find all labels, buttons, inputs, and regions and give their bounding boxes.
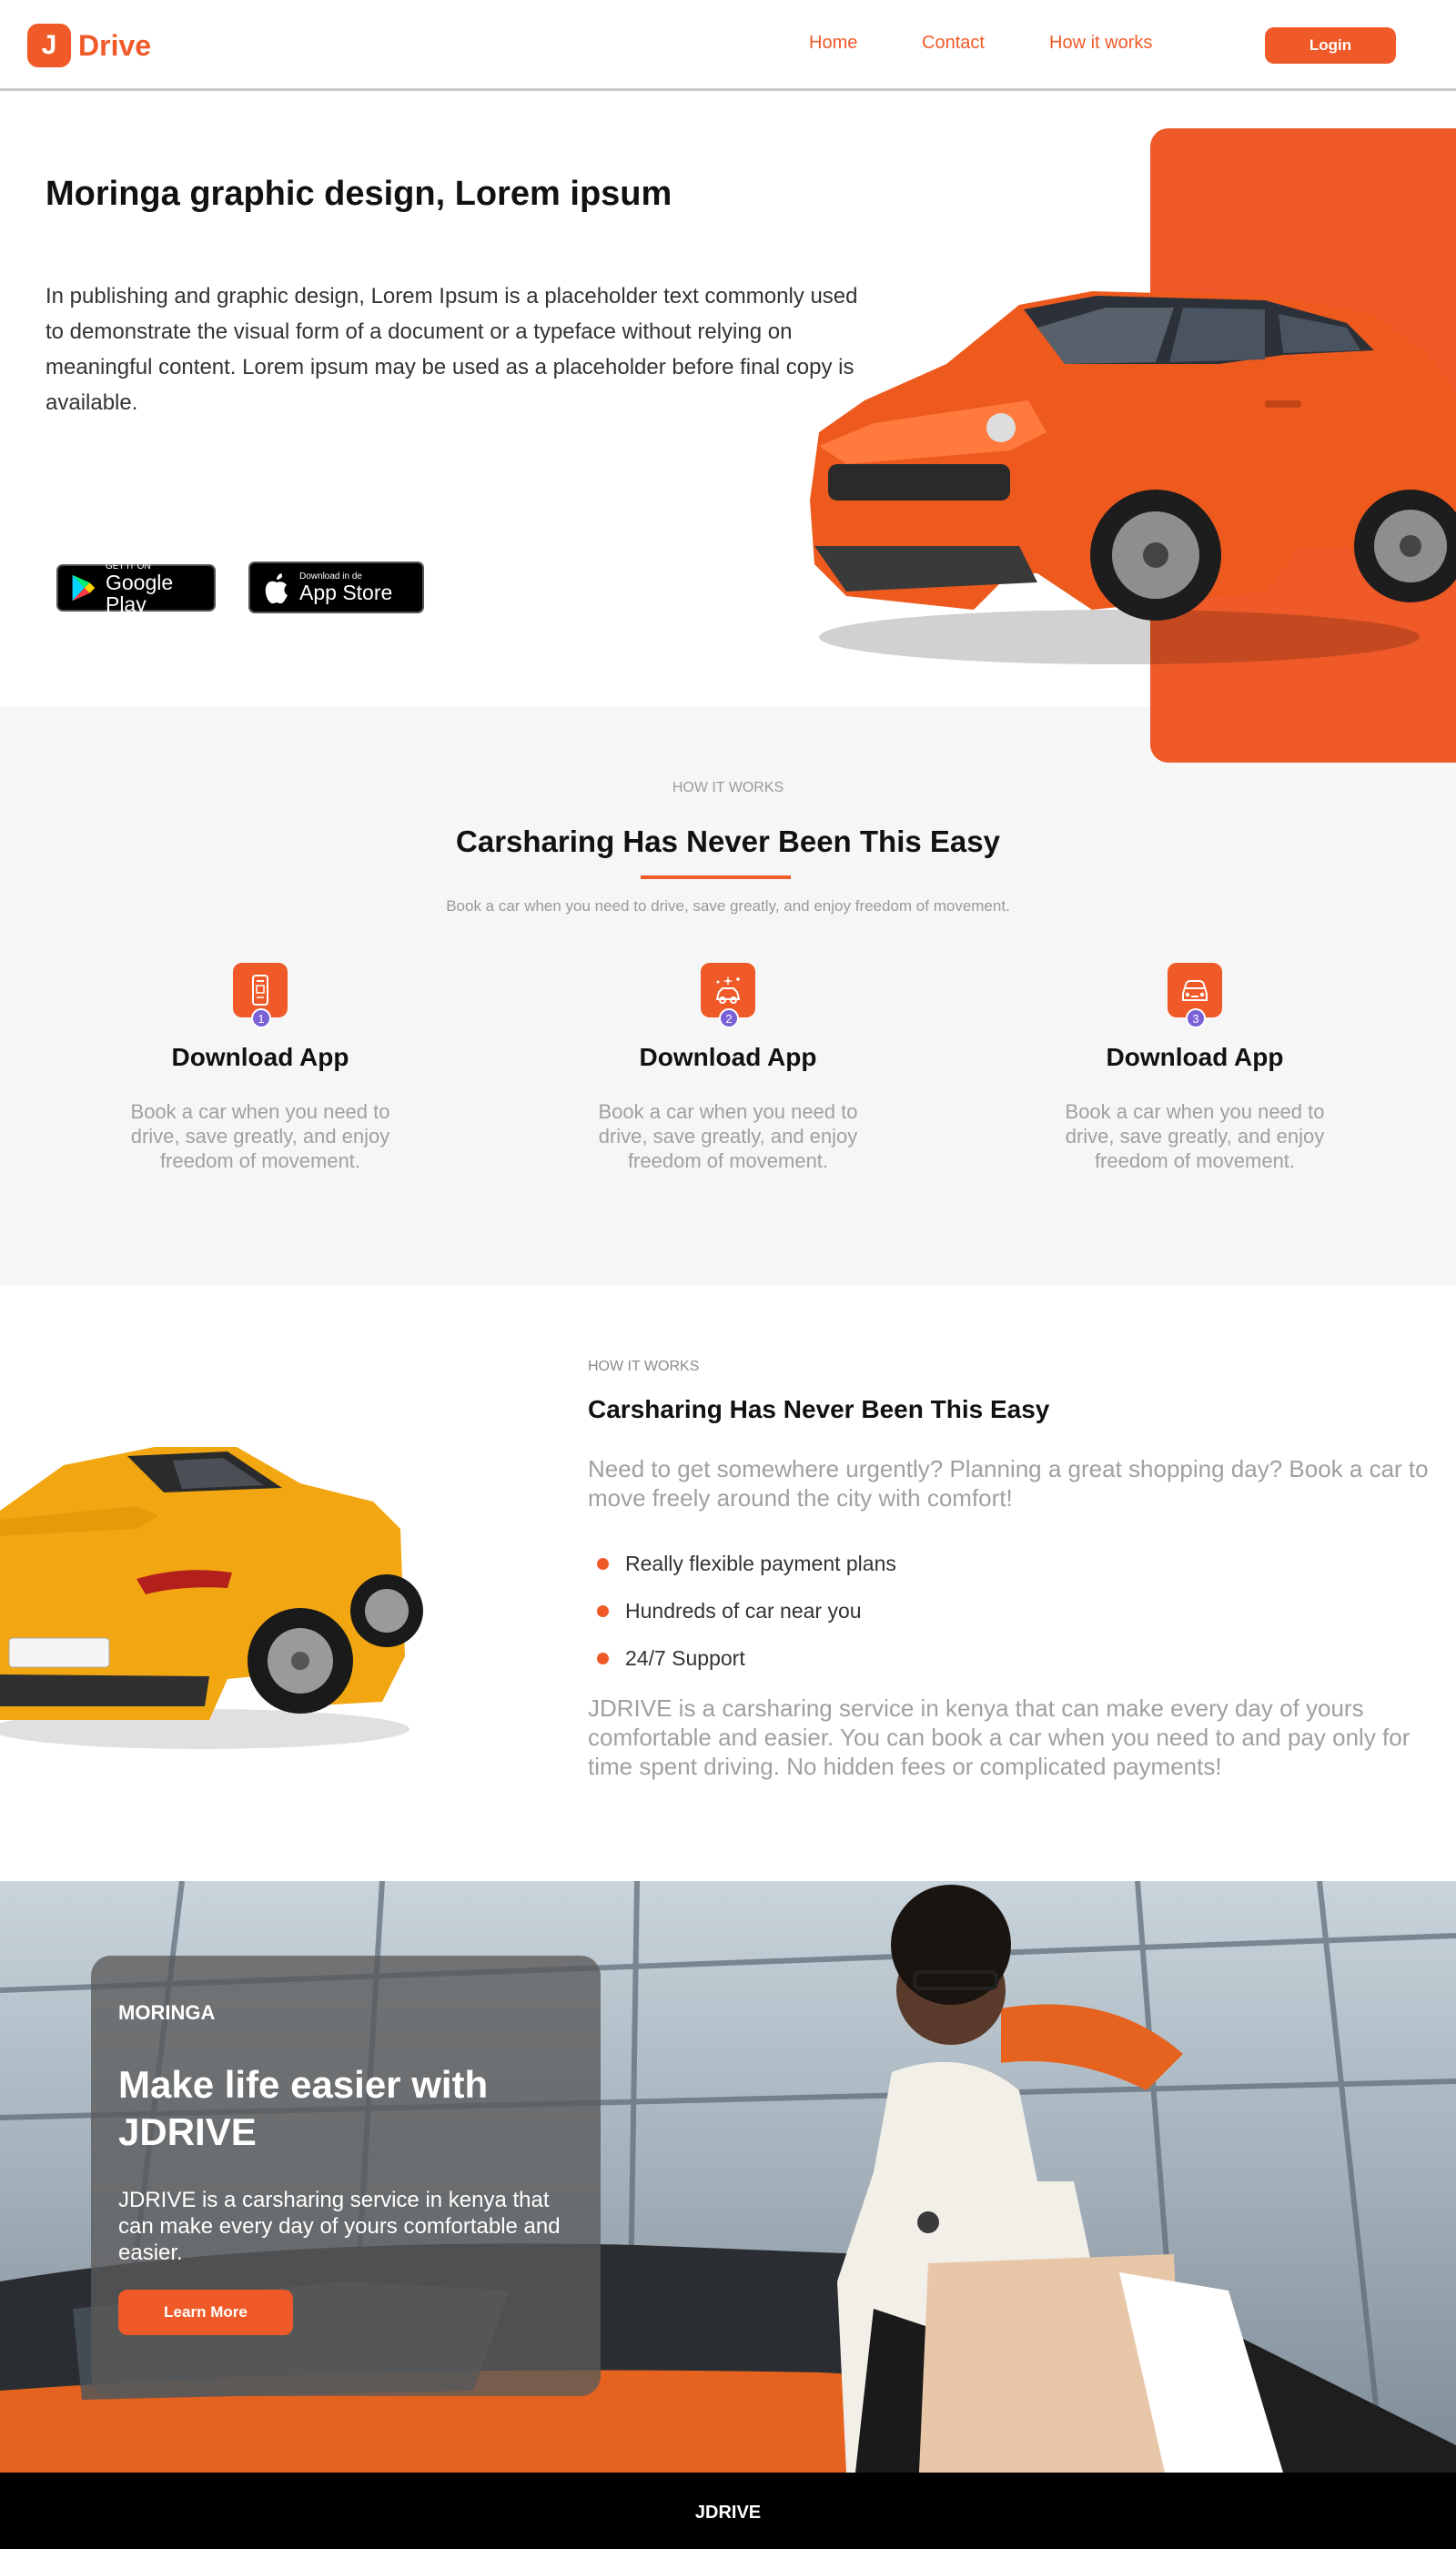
- feature-title: Carsharing Has Never Been This Easy: [588, 1395, 1050, 1423]
- step-title: Download App: [171, 1043, 349, 1071]
- sparkle-car-icon: 2: [701, 963, 755, 1028]
- google-play-small-text: GET IT ON: [105, 561, 151, 572]
- step-title: Download App: [639, 1043, 817, 1071]
- step-text: Book a car when you need to drive, save …: [130, 1100, 390, 1172]
- step-card-3: 3 Download App Book a car when you need …: [986, 963, 1404, 1173]
- app-store-big-text: App Store: [299, 581, 393, 604]
- phone-app-icon: 1: [233, 963, 288, 1028]
- nav-link-how-it-works[interactable]: How it works: [1049, 33, 1152, 54]
- feature-bullet-label: Really flexible payment plans: [625, 1551, 896, 1575]
- step-card-2: 2 Download App Book a car when you need …: [519, 963, 937, 1173]
- step-number-badge: 2: [719, 1008, 739, 1028]
- step-card-1: 1 Download App Book a car when you need …: [51, 963, 470, 1173]
- orange-suv-image: [810, 291, 1456, 664]
- how-subtitle: Book a car when you need to drive, save …: [446, 897, 1010, 915]
- bullet-dot: [597, 1557, 609, 1570]
- step-text: Book a car when you need to drive, save …: [598, 1100, 858, 1172]
- google-play-big-text: Google Play: [105, 570, 174, 616]
- nav-link-contact[interactable]: Contact: [922, 33, 985, 54]
- logo-badge: J: [27, 24, 71, 67]
- step-number-badge: 1: [251, 1008, 271, 1028]
- feature-eyebrow: HOW IT WORKS: [588, 1359, 700, 1374]
- promo-eyebrow: MORINGA: [118, 2001, 216, 2024]
- logo-text: Drive: [78, 28, 152, 62]
- nav-link-home[interactable]: Home: [809, 33, 857, 54]
- google-play-icon: [72, 574, 96, 602]
- step-number-badge: 3: [1186, 1008, 1206, 1028]
- feature-list-item: 24/7 Support: [597, 1634, 896, 1682]
- feature-intro: Need to get somewhere urgently? Planning…: [588, 1455, 1429, 1512]
- feature-list-item: Hundreds of car near you: [597, 1587, 896, 1634]
- hero-description: In publishing and graphic design, Lorem …: [46, 284, 858, 415]
- feature-bullet-label: 24/7 Support: [625, 1645, 745, 1670]
- feature-list: Really flexible payment plans Hundreds o…: [597, 1540, 896, 1682]
- app-store-badge[interactable]: Download in de App Store: [248, 561, 424, 613]
- learn-more-button[interactable]: Learn More: [118, 2290, 293, 2335]
- how-title: Carsharing Has Never Been This Easy: [456, 824, 1000, 858]
- google-play-badge[interactable]: GET IT ON Google Play: [56, 561, 216, 616]
- bullet-dot: [597, 1652, 609, 1664]
- step-title: Download App: [1106, 1043, 1284, 1071]
- feature-bullet-label: Hundreds of car near you: [625, 1598, 862, 1623]
- top-navbar: J Drive: [0, 0, 1456, 91]
- promo-title: Make life easier with JDRIVE: [118, 2063, 489, 2153]
- how-eyebrow: HOW IT WORKS: [672, 780, 784, 795]
- login-button[interactable]: Login: [1265, 27, 1396, 64]
- car-front-icon: 3: [1168, 963, 1222, 1028]
- promo-text: JDRIVE is a carsharing service in kenya …: [118, 2188, 561, 2265]
- apple-icon: [265, 572, 288, 603]
- step-text: Book a car when you need to drive, save …: [1065, 1100, 1325, 1172]
- feature-list-item: Really flexible payment plans: [597, 1540, 896, 1587]
- footer-brand: JDRIVE: [694, 2503, 762, 2523]
- feature-outro: JDRIVE is a carsharing service in kenya …: [588, 1694, 1410, 1780]
- logo[interactable]: J Drive: [27, 24, 151, 67]
- hero-title: Moringa graphic design, Lorem ipsum: [46, 175, 672, 213]
- bullet-dot: [597, 1604, 609, 1617]
- title-underline: [641, 875, 791, 879]
- yellow-car-image: [0, 1447, 423, 1749]
